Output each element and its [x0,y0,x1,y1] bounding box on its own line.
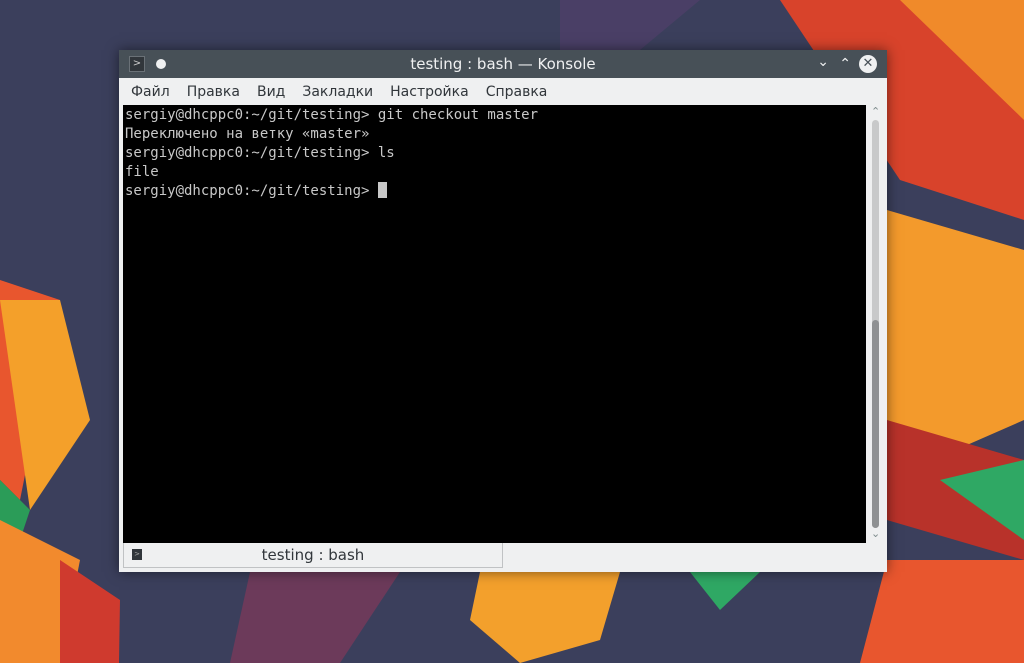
title-bar[interactable]: > testing : bash — Konsole ⌄ ⌃ ✕ [119,50,887,78]
terminal-line: sergiy@dhcppc0:~/git/testing> ls [125,145,395,161]
terminal-line: Переключено на ветку «master» [125,126,370,142]
tab-testing-bash[interactable]: > testing : bash [123,543,503,568]
scroll-down-icon[interactable]: ⌄ [871,527,880,540]
tab-label: testing : bash [261,546,365,564]
terminal-line: sergiy@dhcppc0:~/git/testing> git checko… [125,107,539,123]
scrollbar-thumb[interactable] [872,320,879,528]
menu-file[interactable]: Файл [131,84,170,100]
text-cursor [377,182,387,198]
minimize-icon[interactable]: ⌄ [817,54,829,70]
terminal-prompt: sergiy@dhcppc0:~/git/testing> [125,183,378,199]
konsole-window: > testing : bash — Konsole ⌄ ⌃ ✕ Файл Пр… [119,50,887,572]
scroll-up-icon[interactable]: ⌃ [871,105,880,118]
terminal-line: file [125,164,159,180]
menu-bar: Файл Правка Вид Закладки Настройка Справ… [119,78,887,105]
maximize-icon[interactable]: ⌃ [839,56,851,72]
terminal-tab-icon: > [132,549,142,560]
menu-view[interactable]: Вид [257,84,285,100]
menu-settings[interactable]: Настройка [390,84,469,100]
scrollbar[interactable]: ⌃ ⌄ [867,105,885,543]
window-title: testing : bash — Konsole [410,55,596,73]
close-icon[interactable]: ✕ [859,55,877,73]
menu-edit[interactable]: Правка [187,84,240,100]
menu-help[interactable]: Справка [486,84,548,100]
terminal-output[interactable]: sergiy@dhcppc0:~/git/testing> git checko… [123,105,866,543]
menu-bookmarks[interactable]: Закладки [302,84,373,100]
